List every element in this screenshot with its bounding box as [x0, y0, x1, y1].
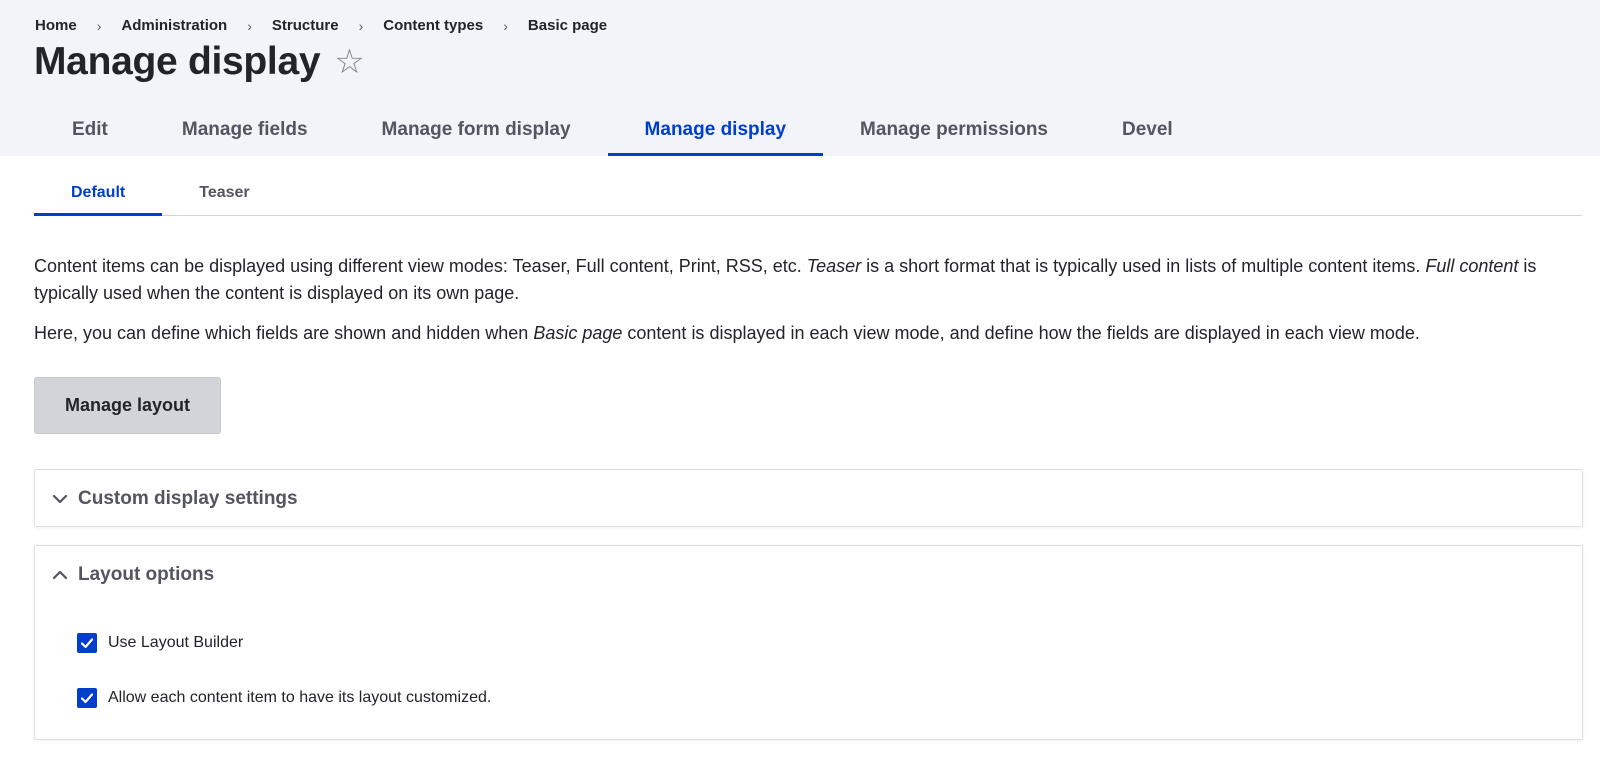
description-text: Here, you can define which fields are sh…: [34, 323, 534, 343]
tab-manage-form-display[interactable]: Manage form display: [345, 104, 608, 156]
custom-display-settings-label: Custom display settings: [78, 487, 298, 509]
custom-display-settings-summary[interactable]: Custom display settings: [35, 470, 1582, 527]
fields-description: Here, you can define which fields are sh…: [34, 320, 1564, 347]
breadcrumb-separator: ›: [96, 17, 102, 34]
tab-default[interactable]: Default: [34, 170, 163, 216]
tab-teaser[interactable]: Teaser: [162, 170, 286, 215]
breadcrumb-content-types[interactable]: Content types: [383, 17, 483, 34]
checkmark-icon: [80, 693, 94, 704]
description-emphasis: Teaser: [806, 256, 862, 276]
chevron-down-icon: [52, 494, 68, 504]
layout-options-label: Layout options: [78, 563, 215, 585]
allow-custom-layout-row: Allow each content item to have its layo…: [77, 688, 491, 708]
tab-manage-permissions[interactable]: Manage permissions: [823, 104, 1085, 156]
view-modes-description: Content items can be displayed using dif…: [34, 253, 1564, 307]
tab-manage-fields[interactable]: Manage fields: [145, 104, 345, 156]
description-emphasis: Basic page: [533, 323, 623, 343]
breadcrumb-separator: ›: [247, 17, 252, 34]
primary-tabs: Edit Manage fields Manage form display M…: [35, 104, 1210, 156]
tab-devel[interactable]: Devel: [1085, 104, 1210, 156]
layout-options-section: Layout options Use Layout Builder Allow …: [34, 545, 1583, 740]
breadcrumb-separator: ›: [358, 17, 364, 34]
page-title-row: Manage display ☆: [34, 40, 365, 84]
breadcrumb-home[interactable]: Home: [35, 17, 77, 34]
tab-edit[interactable]: Edit: [35, 104, 145, 156]
layout-options-summary[interactable]: Layout options: [35, 546, 1582, 603]
page-title: Manage display: [34, 40, 321, 83]
page-header: Home › Administration › Structure › Cont…: [0, 0, 1600, 156]
breadcrumb-structure[interactable]: Structure: [272, 17, 339, 34]
description-text: content is displayed in each view mode, …: [622, 323, 1420, 343]
chevron-up-icon: [52, 570, 68, 580]
description-text: Content items can be displayed using dif…: [34, 256, 807, 276]
breadcrumb: Home › Administration › Structure › Cont…: [35, 17, 607, 34]
breadcrumb-administration[interactable]: Administration: [121, 17, 227, 34]
manage-layout-button[interactable]: Manage layout: [34, 377, 221, 434]
use-layout-builder-checkbox[interactable]: [77, 633, 97, 653]
allow-custom-layout-label[interactable]: Allow each content item to have its layo…: [108, 689, 491, 707]
allow-custom-layout-checkbox[interactable]: [77, 688, 97, 708]
checkmark-icon: [80, 638, 94, 649]
star-outline-icon[interactable]: ☆: [334, 45, 364, 79]
tab-manage-display[interactable]: Manage display: [607, 104, 824, 156]
description-text: is a short format that is typically used…: [861, 256, 1426, 276]
breadcrumb-basic-page[interactable]: Basic page: [528, 17, 607, 34]
breadcrumb-separator: ›: [503, 17, 508, 34]
use-layout-builder-label[interactable]: Use Layout Builder: [108, 634, 243, 652]
secondary-tabs: Default Teaser: [34, 170, 1582, 216]
use-layout-builder-row: Use Layout Builder: [77, 633, 243, 653]
custom-display-settings-section: Custom display settings: [34, 469, 1583, 527]
description-emphasis: Full content: [1425, 256, 1519, 276]
